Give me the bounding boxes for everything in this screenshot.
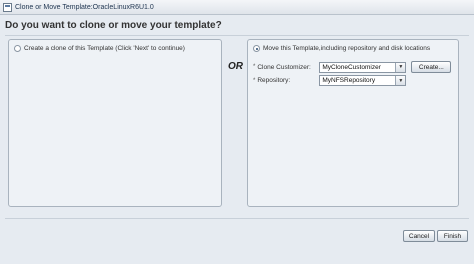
repository-row: * Repository: MyNFSRepository ▼ (253, 75, 407, 86)
or-label: OR (228, 61, 243, 72)
move-option-panel: Move this Template,including repository … (247, 39, 459, 207)
required-marker: * (253, 77, 256, 84)
move-radio[interactable] (253, 45, 260, 52)
clone-radio[interactable] (14, 45, 21, 52)
footer-divider (5, 218, 469, 219)
create-button[interactable]: Create... (411, 61, 452, 73)
repository-value: MyNFSRepository (322, 77, 376, 84)
clone-option-row[interactable]: Create a clone of this Template (Click '… (14, 45, 185, 52)
chevron-down-icon[interactable]: ▼ (395, 76, 406, 85)
clone-customizer-select[interactable]: MyCloneCustomizer ▼ (319, 61, 407, 73)
heading-divider (5, 35, 469, 36)
repository-label: Repository: (257, 77, 291, 84)
finish-button[interactable]: Finish (437, 230, 468, 242)
repository-select[interactable]: MyNFSRepository ▼ (319, 75, 407, 86)
move-option-row[interactable]: Move this Template,including repository … (253, 45, 430, 52)
window-icon (3, 2, 12, 12)
window-titlebar: Clone or Move Template:OracleLinuxR6U1.0 (0, 0, 474, 15)
chevron-down-icon[interactable]: ▼ (395, 62, 406, 72)
clone-option-label: Create a clone of this Template (Click '… (24, 45, 185, 52)
clone-customizer-value: MyCloneCustomizer (322, 63, 381, 71)
cancel-button[interactable]: Cancel (403, 230, 435, 242)
move-option-label: Move this Template,including repository … (263, 45, 431, 52)
window-title: Clone or Move Template:OracleLinuxR6U1.0 (15, 3, 154, 11)
clone-customizer-label: Clone Customizer: (257, 63, 311, 71)
required-marker: * (253, 64, 256, 70)
page-heading: Do you want to clone or move your templa… (5, 20, 222, 31)
clone-option-panel: Create a clone of this Template (Click '… (8, 39, 222, 207)
clone-customizer-row: * Clone Customizer: MyCloneCustomizer ▼ … (253, 61, 452, 73)
